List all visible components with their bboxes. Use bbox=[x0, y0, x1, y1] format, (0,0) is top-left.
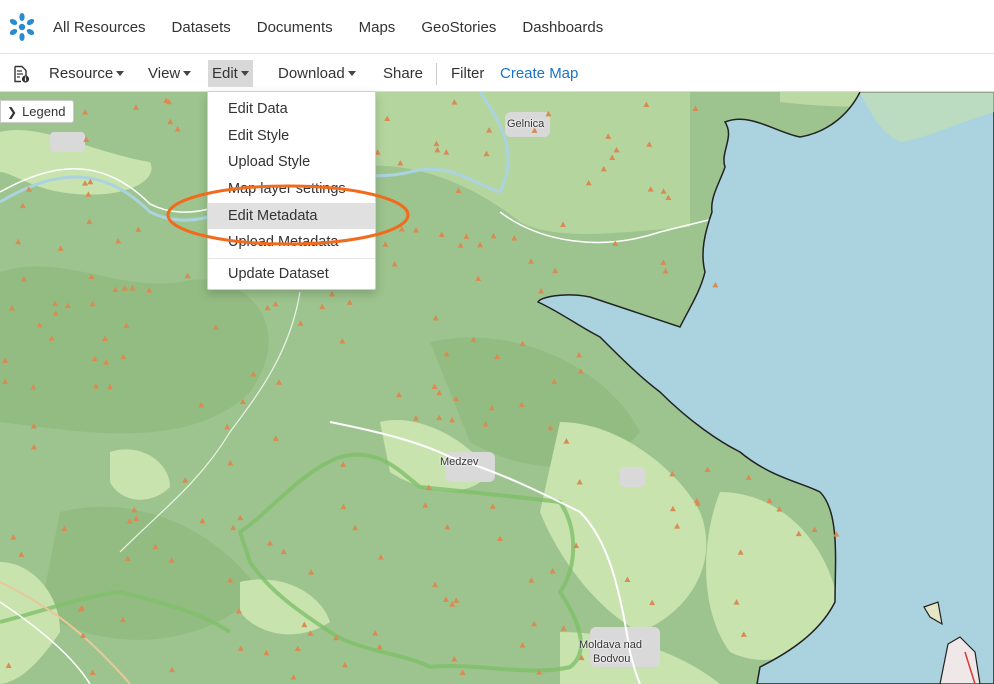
map-viewer[interactable] bbox=[0, 92, 994, 684]
geonode-logo-icon[interactable] bbox=[6, 11, 38, 43]
legend-toggle-button[interactable]: ❯ Legend bbox=[0, 100, 75, 123]
map-place-label-moldava: Moldava nad bbox=[579, 639, 642, 651]
map-place-label-gelnica: Gelnica bbox=[507, 118, 545, 130]
resource-menu-label: Resource bbox=[49, 65, 114, 82]
edit-menu-button[interactable]: Edit bbox=[208, 60, 253, 87]
nav-documents[interactable]: Documents bbox=[257, 19, 333, 36]
share-button[interactable]: Share bbox=[379, 60, 427, 87]
main-nav-links: All Resources Datasets Documents Maps Ge… bbox=[53, 0, 629, 54]
chevron-right-icon: ❯ bbox=[7, 105, 18, 119]
dataset-info-icon[interactable] bbox=[12, 65, 30, 83]
map-place-label-medzev: Medzev bbox=[440, 456, 479, 468]
nav-maps[interactable]: Maps bbox=[359, 19, 396, 36]
map-canvas[interactable] bbox=[0, 92, 994, 684]
nav-dashboards[interactable]: Dashboards bbox=[522, 19, 603, 36]
legend-label: Legend bbox=[22, 104, 66, 119]
app-window: All Resources Datasets Documents Maps Ge… bbox=[0, 0, 994, 684]
menu-item-upload-metadata[interactable]: Upload Metadata bbox=[208, 229, 375, 256]
edit-menu-label: Edit bbox=[212, 65, 238, 82]
nav-geostories[interactable]: GeoStories bbox=[421, 19, 496, 36]
filter-button[interactable]: Filter bbox=[447, 60, 488, 87]
download-menu-button[interactable]: Download bbox=[274, 60, 360, 87]
nav-datasets[interactable]: Datasets bbox=[172, 19, 231, 36]
menu-item-edit-metadata[interactable]: Edit Metadata bbox=[208, 202, 375, 230]
resource-toolbar: Resource View Edit Download Share Filter… bbox=[0, 55, 994, 92]
menu-item-map-layer-settings[interactable]: Map layer settings bbox=[208, 176, 375, 203]
nav-all-resources[interactable]: All Resources bbox=[53, 19, 146, 36]
create-map-link[interactable]: Create Map bbox=[496, 60, 582, 87]
menu-item-edit-style[interactable]: Edit Style bbox=[208, 123, 375, 150]
menu-divider bbox=[208, 258, 375, 260]
menu-item-upload-style[interactable]: Upload Style bbox=[208, 149, 375, 176]
map-place-label-bodvou: Bodvou bbox=[593, 653, 631, 665]
view-menu-label: View bbox=[148, 65, 181, 82]
top-navigation-bar: All Resources Datasets Documents Maps Ge… bbox=[0, 0, 994, 54]
chevron-down-icon bbox=[116, 70, 125, 76]
menu-item-update-dataset[interactable]: Update Dataset bbox=[208, 261, 375, 288]
view-menu-button[interactable]: View bbox=[144, 60, 195, 87]
download-menu-label: Download bbox=[278, 65, 345, 82]
chevron-down-icon bbox=[347, 70, 356, 76]
menu-item-edit-data[interactable]: Edit Data bbox=[208, 96, 375, 123]
edit-dropdown-menu: Edit Data Edit Style Upload Style Map la… bbox=[207, 91, 376, 290]
chevron-down-icon bbox=[240, 70, 249, 76]
toolbar-divider bbox=[436, 63, 437, 85]
resource-menu-button[interactable]: Resource bbox=[45, 60, 128, 87]
chevron-down-icon bbox=[183, 70, 192, 76]
